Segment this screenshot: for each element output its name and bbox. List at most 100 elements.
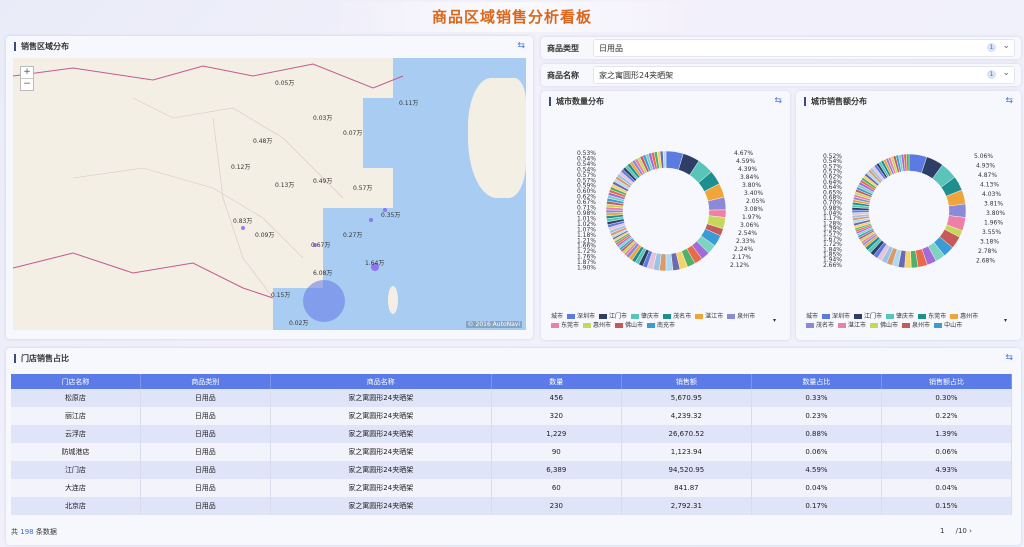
chevron-right-icon[interactable]: › — [969, 527, 972, 535]
city-qty-legend: 城市 深圳市 江门市 肇庆市 茂名市 湛江市 泉州市东莞市 惠州市 佛山市 南充市 — [551, 311, 771, 329]
city-amount-donut[interactable]: 5.06% 4.93% 4.87% 4.13% 4.03% 3.81% 3.80% 1.96%… — [796, 121, 1021, 321]
product-name-select[interactable]: 家之寓圆形24夹晒架 1 ⌄ — [593, 66, 1015, 84]
settings-icon[interactable]: ⇆ — [774, 96, 782, 106]
column-header[interactable]: 数量占比 — [751, 374, 882, 389]
legend-item[interactable]: 江门市 — [854, 311, 882, 320]
map-panel-title: 销售区域分布 — [14, 42, 69, 51]
legend-item[interactable]: 肇庆市 — [886, 311, 914, 320]
slice-label: 4.39% — [738, 166, 757, 173]
slice-label: 2.66% — [823, 262, 842, 269]
legend-label: 佛山市 — [880, 322, 899, 329]
legend-label: 惠州市 — [960, 313, 979, 320]
legend-item[interactable]: 茂名市 — [806, 320, 834, 329]
column-header[interactable]: 销售额 — [621, 374, 752, 389]
settings-icon[interactable]: ⇆ — [1005, 96, 1013, 106]
table-row[interactable]: 大连店 日用品 家之寓圆形24夹晒架 60 841.87 0.04% 0.04% — [11, 479, 1013, 497]
table-cell: 江门店 — [11, 461, 141, 479]
city-qty-donut[interactable]: 4.67%4.59%4.39%3.84%3.80%3.40%2.05%3.08%… — [541, 121, 790, 321]
settings-icon[interactable]: ⇆ — [517, 41, 525, 51]
column-header[interactable]: 商品类别 — [140, 374, 271, 389]
legend-item[interactable]: 南充市 — [647, 320, 675, 329]
filter-label: 商品类型 — [547, 44, 579, 53]
legend-item[interactable]: 茂名市 — [663, 311, 691, 320]
slice-label: 2.05% — [746, 198, 765, 205]
table-cell: 0.22% — [881, 407, 1013, 425]
selected-count-badge: 1 — [987, 43, 996, 52]
map-value-label: 0.48万 — [253, 138, 273, 145]
table-cell: 1,123.94 — [621, 443, 752, 461]
table-cell: 94,520.95 — [621, 461, 752, 479]
column-header[interactable]: 销售额占比 — [881, 374, 1013, 389]
slice-label: 3.40% — [744, 190, 763, 197]
legend-pager-icon[interactable]: ▾ — [773, 317, 776, 324]
legend-item[interactable]: 湛江市 — [695, 311, 723, 320]
city-amount-panel: 城市销售额分布 ⇆ 5.06% 4.93% 4.87% 4.13% 4.03% 3.81%… — [796, 91, 1021, 340]
slice-label: 3.06% — [740, 222, 759, 229]
legend-pager-icon[interactable]: ▾ — [1004, 317, 1007, 324]
sales-bubble-large[interactable] — [303, 280, 345, 322]
legend-label: 湛江市 — [848, 322, 867, 329]
map-value-label: 0.09万 — [255, 232, 275, 239]
table-cell: 0.04% — [751, 479, 882, 497]
china-map[interactable]: 0.05万 0.12万 0.83万 0.09万 0.15万 0.67万 0.27… — [13, 58, 526, 330]
filter-product-name: 商品名称 家之寓圆形24夹晒架 1 ⌄ — [541, 64, 1021, 86]
map-value-label: 6.08万 — [313, 270, 333, 277]
settings-icon[interactable]: ⇆ — [1005, 353, 1013, 363]
legend-item[interactable]: 中山市 — [934, 320, 962, 329]
legend-item[interactable]: 东莞市 — [551, 320, 579, 329]
table-row[interactable]: 防城港店 日用品 家之寓圆形24夹晒架 90 1,123.94 0.06% 0.06% — [11, 443, 1013, 461]
product-type-select[interactable]: 日用品 1 ⌄ — [593, 39, 1015, 57]
filter-label: 商品名称 — [547, 71, 579, 80]
page-current-input[interactable]: 1 — [940, 527, 944, 535]
chevron-down-icon[interactable]: ⌄ — [1002, 68, 1010, 78]
table-cell: 日用品 — [140, 389, 271, 407]
column-header[interactable]: 数量 — [491, 374, 622, 389]
table-row[interactable]: 丽江店 日用品 家之寓圆形24夹晒架 320 4,239.32 0.23% 0.22% — [11, 407, 1013, 425]
table-cell: 0.88% — [751, 425, 882, 443]
map-value-label: 0.05万 — [275, 80, 295, 87]
legend-item[interactable]: 惠州市 — [950, 311, 978, 320]
legend-item[interactable]: 深圳市 — [567, 311, 595, 320]
column-header[interactable]: 商品名称 — [270, 374, 492, 389]
legend-item[interactable]: 惠州市 — [583, 320, 611, 329]
table-row[interactable]: 江门店 日用品 家之寓圆形24夹晒架 6,389 94,520.95 4.59% 4.93% — [11, 461, 1013, 479]
map-copyright: © 2016 AutoNavi — [465, 321, 522, 328]
column-header[interactable]: 门店名称 — [11, 374, 141, 389]
zoom-in-button[interactable]: + — [21, 67, 33, 78]
table-row[interactable]: 北京店 日用品 家之寓圆形24夹晒架 230 2,792.31 0.17% 0.15% — [11, 497, 1013, 515]
legend-item[interactable]: 泉州市 — [727, 311, 755, 320]
map-value-label: 0.27万 — [343, 232, 363, 239]
legend-item[interactable]: 佛山市 — [870, 320, 898, 329]
table-cell: 大连店 — [11, 479, 141, 497]
table-cell: 1,229 — [491, 425, 622, 443]
legend-title: 城市 — [806, 313, 819, 320]
chevron-down-icon[interactable]: ⌄ — [1002, 41, 1010, 51]
page-title: 商品区域销售分析看板 — [431, 8, 592, 26]
slice-label: 1.90% — [577, 265, 596, 272]
legend-item[interactable]: 肇庆市 — [631, 311, 659, 320]
legend-item[interactable]: 江门市 — [599, 311, 627, 320]
legend-item[interactable]: 东莞市 — [918, 311, 946, 320]
legend-item[interactable]: 深圳市 — [822, 311, 850, 320]
map-value-label: 0.15万 — [271, 292, 291, 299]
table-cell: 0.33% — [751, 389, 882, 407]
zoom-out-button[interactable]: − — [21, 78, 33, 90]
legend-label: 惠州市 — [593, 322, 612, 329]
legend-label: 江门市 — [864, 313, 883, 320]
legend-item[interactable]: 湛江市 — [838, 320, 866, 329]
legend-label: 江门市 — [609, 313, 628, 320]
donut-slice[interactable] — [948, 203, 967, 218]
table-cell: 日用品 — [140, 425, 271, 443]
legend-label: 东莞市 — [561, 322, 580, 329]
table-cell: 日用品 — [140, 479, 271, 497]
table-cell: 0.06% — [751, 443, 882, 461]
legend-item[interactable]: 佛山市 — [615, 320, 643, 329]
table-row[interactable]: 松原店 日用品 家之寓圆形24夹晒架 456 5,670.95 0.33% 0.30% — [11, 389, 1013, 407]
table-cell: 日用品 — [140, 461, 271, 479]
slice-label: 2.33% — [736, 238, 755, 245]
table-cell: 家之寓圆形24夹晒架 — [270, 479, 492, 497]
legend-item[interactable]: 泉州市 — [902, 320, 930, 329]
slice-label: 2.68% — [976, 258, 995, 265]
table-row[interactable]: 云浮店 日用品 家之寓圆形24夹晒架 1,229 26,670.52 0.88% 1.39% — [11, 425, 1013, 443]
map-value-label: 1.64万 — [365, 260, 385, 267]
